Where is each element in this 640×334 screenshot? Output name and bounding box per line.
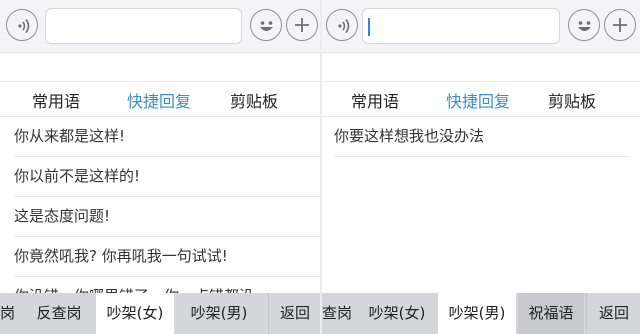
tab-clipboard[interactable]: 剪贴板 [230,88,278,112]
message-input[interactable] [362,8,560,44]
phrase-tabs: 常用语 快捷回复 剪贴板 [322,82,640,117]
left-keyboard-panel: 常用语 快捷回复 剪贴板 你从来都是这样! 你以前不是这样的! 这是态度问题! … [0,0,320,334]
category-bar: 查岗 吵架(女) 吵架(男) 祝福语 返回 [322,293,640,334]
tab-quick-reply[interactable]: 快捷回复 [446,88,510,112]
input-toolbar [322,0,640,53]
phrase-tabs: 常用语 快捷回复 剪贴板 [0,82,320,117]
category-quarrel-female[interactable]: 吵架(女) [358,293,436,334]
add-button[interactable] [604,9,636,41]
category-bar: 岗 反查岗 吵架(女) 吵架(男) 返回 [0,293,320,334]
list-item[interactable]: 你从来都是这样! [14,117,320,157]
spacer-strip [0,53,320,82]
tab-common-phrases[interactable]: 常用语 [351,88,399,112]
category-quarrel-male[interactable]: 吵架(男) [176,293,262,334]
spacer-strip [322,53,640,82]
voice-icon [18,19,30,33]
list-item[interactable]: 你以前不是这样的! [14,157,320,197]
voice-button[interactable] [6,9,38,41]
category-quarrel-female[interactable]: 吵架(女) [96,293,174,334]
list-item[interactable]: 这是态度问题! [14,197,320,237]
tab-clipboard[interactable]: 剪贴板 [548,88,596,112]
list-item[interactable]: 你要这样想我也没办法 [334,117,630,157]
phrase-list: 你从来都是这样! 你以前不是这样的! 这是态度问题! 你竟然吼我? 你再吼我一句… [0,117,320,317]
emoji-button[interactable] [568,9,600,41]
right-keyboard-panel: 常用语 快捷回复 剪贴板 你要这样想我也没办法 查岗 吵架(女) 吵架(男) 祝… [322,0,640,334]
list-item[interactable]: 你竟然吼我? 你再吼我一句试试! [14,237,320,277]
back-button[interactable]: 返回 [268,293,320,334]
category-quarrel-male[interactable]: 吵架(男) [438,293,516,334]
plus-icon [295,18,309,32]
category-check-post[interactable]: 岗 [0,293,20,334]
emoji-button[interactable] [250,9,282,41]
input-toolbar [0,0,320,53]
plus-icon [613,18,627,32]
add-button[interactable] [286,9,318,41]
category-anti-check-post[interactable]: 反查岗 [24,293,94,334]
emoji-icon [260,21,273,31]
phrase-list: 你要这样想我也没办法 [322,117,640,157]
tab-quick-reply[interactable]: 快捷回复 [127,88,191,112]
voice-icon [338,19,350,33]
emoji-icon [578,21,591,31]
category-check-post[interactable]: 查岗 [322,293,352,334]
text-caret [368,18,370,36]
message-input[interactable] [45,8,242,44]
back-button[interactable]: 返回 [586,293,640,334]
tab-common-phrases[interactable]: 常用语 [32,88,80,112]
category-blessings[interactable]: 祝福语 [518,293,584,334]
voice-button[interactable] [326,9,358,41]
